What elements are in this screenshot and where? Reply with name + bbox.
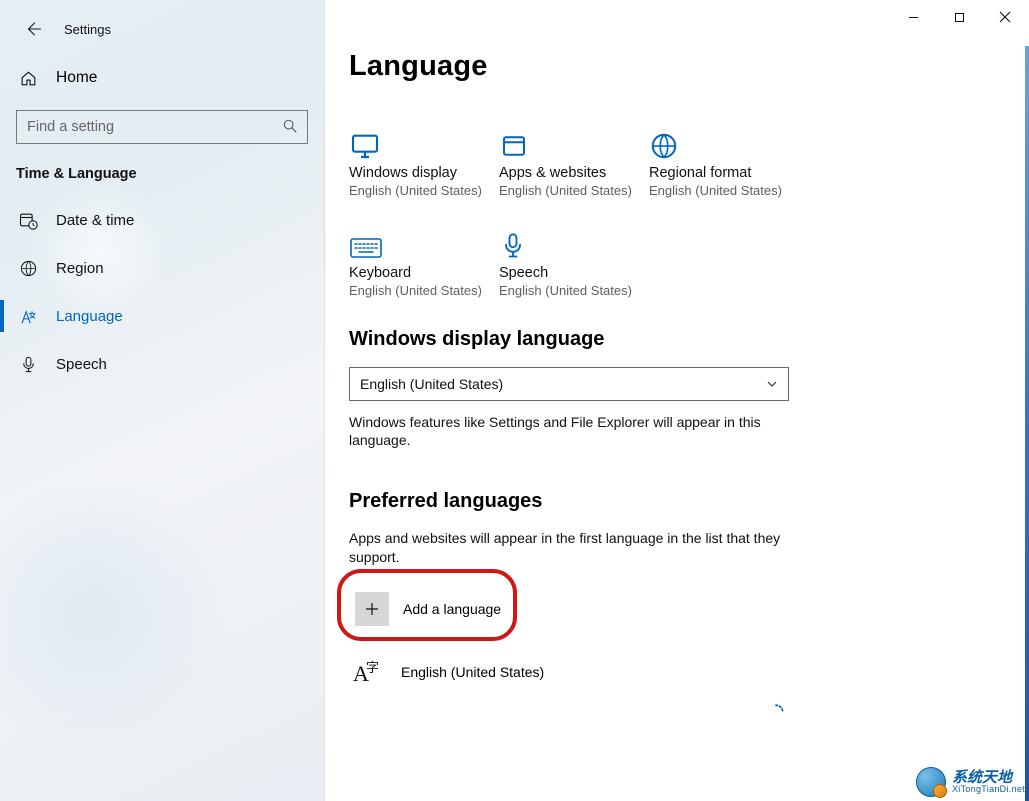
minimize-icon — [908, 12, 919, 23]
display-language-heading: Windows display language — [349, 328, 1005, 351]
tile-sub: English (United States) — [649, 183, 797, 199]
language-icon — [18, 307, 38, 326]
language-item[interactable]: A 字 English (United States) — [349, 649, 1005, 695]
home-button[interactable]: Home — [0, 56, 324, 100]
app-window-icon — [499, 117, 647, 161]
tile-sub: English (United States) — [499, 283, 647, 299]
watermark-logo-icon — [916, 767, 946, 797]
sidebar-item-label: Language — [56, 308, 123, 325]
tile-title: Speech — [499, 265, 647, 281]
calendar-clock-icon — [18, 210, 38, 230]
monitor-icon — [349, 117, 497, 161]
watermark: 系统天地 XiTongTianDi.net — [916, 767, 1025, 797]
language-tiles: Windows display English (United States) … — [349, 117, 1005, 300]
add-language-button[interactable]: Add a language — [349, 579, 519, 639]
sidebar-item-label: Date & time — [56, 212, 134, 229]
display-language-select[interactable]: English (United States) — [349, 367, 789, 401]
maximize-icon — [954, 12, 965, 23]
sidebar-item-speech[interactable]: Speech — [0, 340, 324, 388]
keyboard-icon — [349, 217, 497, 261]
language-glyph-icon: A 字 — [353, 657, 383, 687]
language-item-label: English (United States) — [401, 664, 544, 680]
tile-regional-format[interactable]: Regional format English (United States) — [649, 117, 797, 199]
back-button[interactable] — [18, 14, 48, 44]
tile-title: Keyboard — [349, 265, 497, 281]
sidebar-item-region[interactable]: Region — [0, 244, 324, 292]
display-language-help: Windows features like Settings and File … — [349, 413, 789, 451]
svg-text:字: 字 — [366, 660, 379, 675]
globe-icon — [18, 259, 38, 278]
minimize-button[interactable] — [890, 2, 936, 32]
search-icon — [282, 118, 298, 134]
main-content: Language Windows display English (United… — [325, 0, 1029, 801]
plus-icon — [355, 592, 389, 626]
select-value: English (United States) — [360, 376, 503, 392]
close-icon — [999, 11, 1011, 23]
globe-icon — [649, 117, 797, 161]
preferred-languages-help: Apps and websites will appear in the fir… — [349, 529, 789, 567]
sidebar-item-label: Speech — [56, 356, 107, 373]
tile-sub: English (United States) — [349, 183, 497, 199]
arrow-left-icon — [24, 20, 42, 38]
microphone-icon — [18, 355, 38, 374]
watermark-url: XiTongTianDi.net — [952, 785, 1025, 794]
tile-windows-display[interactable]: Windows display English (United States) — [349, 117, 497, 199]
page-title: Language — [349, 50, 1005, 83]
sidebar-group-heading: Time & Language — [0, 152, 324, 196]
close-button[interactable] — [982, 2, 1028, 32]
maximize-button[interactable] — [936, 2, 982, 32]
scrollbar[interactable] — [1025, 46, 1029, 801]
tile-title: Windows display — [349, 165, 497, 181]
chevron-down-icon — [766, 378, 778, 390]
tile-title: Apps & websites — [499, 165, 647, 181]
home-icon — [18, 69, 38, 88]
preferred-languages-heading: Preferred languages — [349, 490, 1005, 513]
app-title: Settings — [64, 22, 111, 37]
watermark-text: 系统天地 — [952, 770, 1025, 785]
tile-apps-websites[interactable]: Apps & websites English (United States) — [499, 117, 647, 199]
tile-sub: English (United States) — [499, 183, 647, 199]
title-row: Settings — [0, 12, 324, 46]
tile-sub: English (United States) — [349, 283, 497, 299]
microphone-icon — [499, 217, 647, 261]
sidebar-item-date-time[interactable]: Date & time — [0, 196, 324, 244]
add-language-label: Add a language — [403, 601, 501, 617]
loading-spinner — [767, 703, 785, 721]
sidebar-item-label: Region — [56, 260, 104, 277]
home-label: Home — [56, 69, 97, 87]
sidebar: Settings Home Time & Language — [0, 0, 325, 801]
search-input[interactable] — [16, 110, 308, 144]
window-caption-buttons — [890, 2, 1028, 32]
tile-keyboard[interactable]: Keyboard English (United States) — [349, 217, 497, 299]
tile-speech[interactable]: Speech English (United States) — [499, 217, 647, 299]
tile-title: Regional format — [649, 165, 797, 181]
sidebar-item-language[interactable]: Language — [0, 292, 324, 340]
